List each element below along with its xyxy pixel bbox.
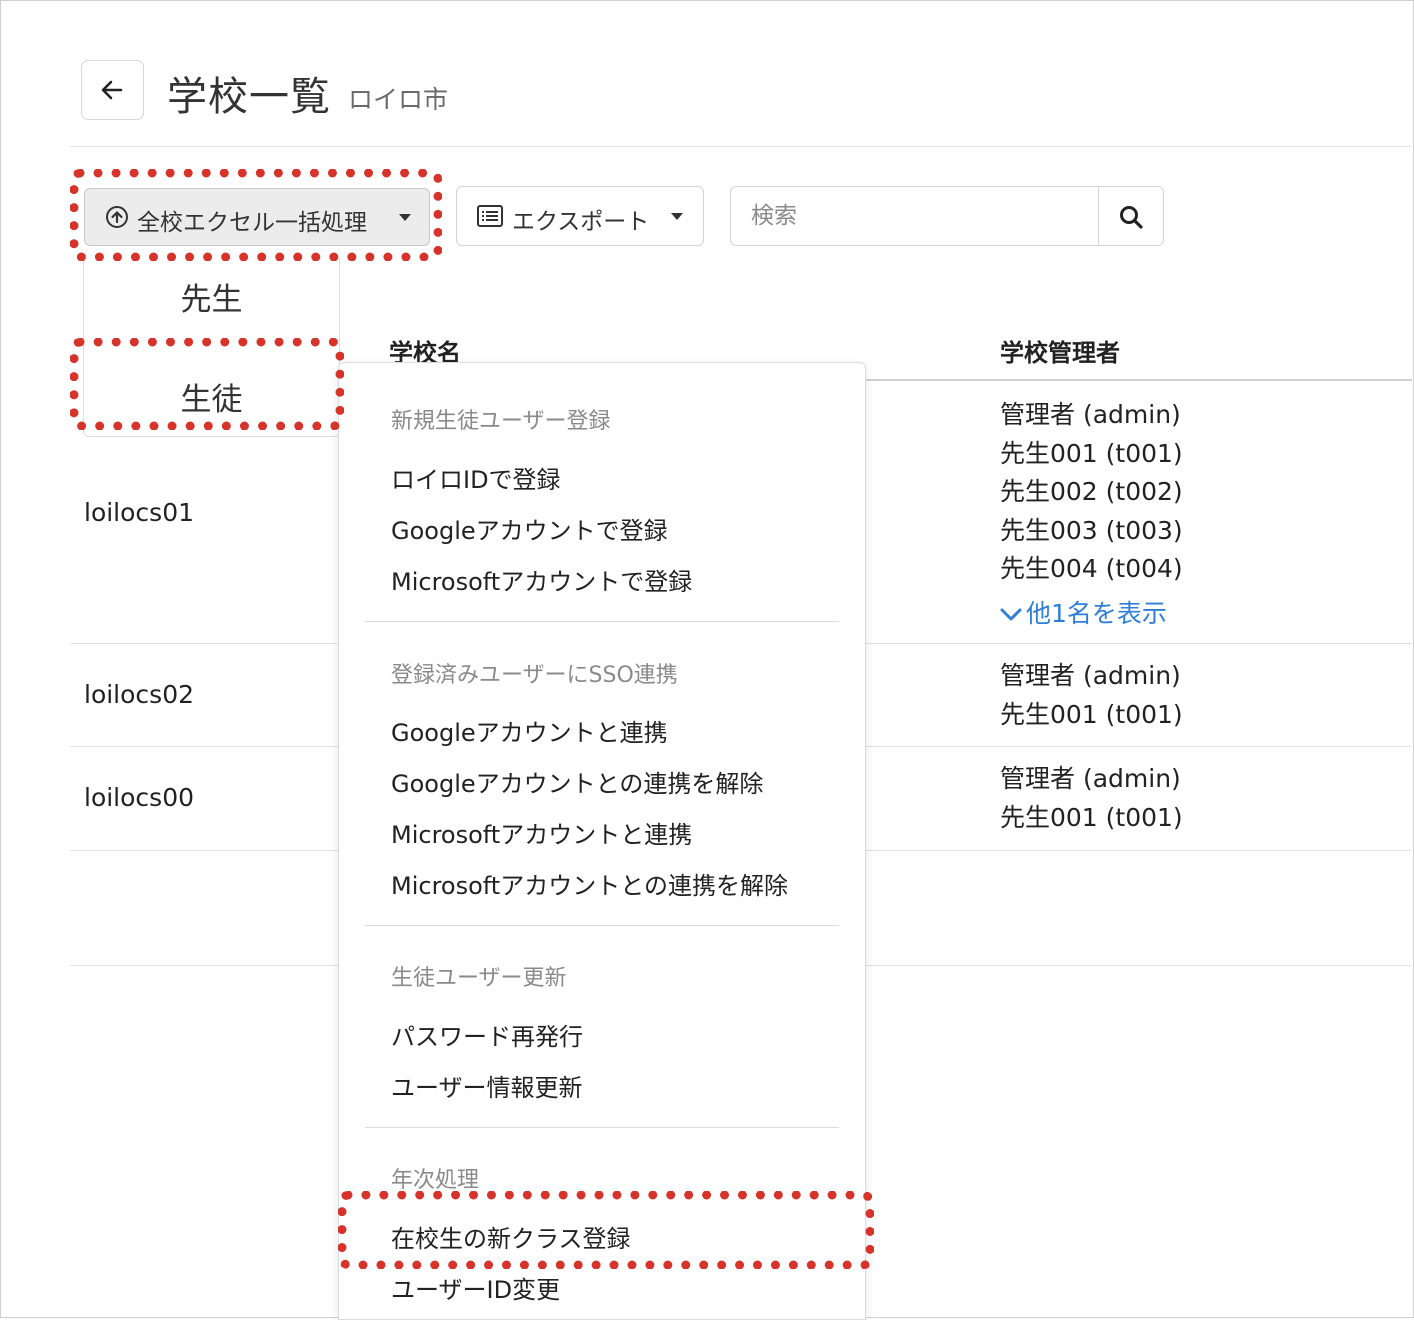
admin-entry: 先生001 (t001) bbox=[1000, 438, 1183, 468]
dropdown-section-header: 生徒ユーザー更新 bbox=[391, 966, 567, 991]
dropdown-divider bbox=[365, 925, 839, 926]
search-input[interactable] bbox=[731, 187, 1097, 245]
caret-down-icon bbox=[399, 214, 411, 221]
dropdown-section-header: 登録済みユーザーにSSO連携 bbox=[391, 663, 678, 688]
submenu-item-student[interactable]: 生徒 bbox=[84, 374, 339, 419]
school-name-cell[interactable]: loilocs01 bbox=[84, 498, 194, 527]
show-more-link[interactable]: 他1名を表示 bbox=[1000, 594, 1167, 630]
menu-item-unlink-google[interactable]: Googleアカウントとの連携を解除 bbox=[391, 764, 763, 799]
admin-entry: 管理者 (admin) bbox=[1000, 400, 1181, 429]
admin-entry: 先生001 (t001) bbox=[1000, 802, 1183, 832]
admin-entry: 先生001 (t001) bbox=[1000, 699, 1183, 729]
menu-item-register-microsoft[interactable]: Microsoftアカウントで登録 bbox=[391, 562, 692, 597]
bulk-submenu: 先生 生徒 bbox=[83, 258, 340, 437]
admin-entry: 先生002 (t002) bbox=[1000, 477, 1183, 506]
menu-item-reissue-password[interactable]: パスワード再発行 bbox=[391, 1017, 583, 1052]
admin-list: 管理者 (admin) 先生001 (t001) bbox=[1000, 760, 1183, 837]
menu-item-register-loilo-id[interactable]: ロイロIDで登録 bbox=[391, 460, 561, 495]
school-name-cell[interactable]: loilocs00 bbox=[84, 783, 194, 812]
list-icon bbox=[477, 205, 503, 227]
dropdown-divider bbox=[365, 1127, 839, 1128]
menu-item-unlink-microsoft[interactable]: Microsoftアカウントとの連携を解除 bbox=[391, 866, 788, 901]
page-subtitle: ロイロ市 bbox=[348, 85, 449, 114]
menu-item-link-google[interactable]: Googleアカウントと連携 bbox=[391, 713, 668, 748]
school-name-cell[interactable]: loilocs02 bbox=[84, 680, 194, 709]
dropdown-section-header: 年次処理 bbox=[391, 1168, 480, 1193]
search-box bbox=[730, 186, 1164, 246]
bulk-excel-label: 全校エクセル一括処理 bbox=[137, 210, 367, 236]
chevron-down-icon bbox=[1000, 608, 1022, 621]
admin-list: 管理者 (admin) 先生001 (t001) 先生002 (t002) 先生… bbox=[1000, 396, 1183, 589]
back-button[interactable] bbox=[81, 60, 144, 120]
upload-circle-icon bbox=[106, 206, 128, 228]
header-divider bbox=[70, 146, 1412, 147]
admin-entry: 先生003 (t003) bbox=[1000, 515, 1183, 545]
search-button[interactable] bbox=[1098, 187, 1163, 245]
export-label: エクスポート bbox=[512, 209, 650, 235]
menu-item-new-class-registration[interactable]: 在校生の新クラス登録 bbox=[391, 1219, 631, 1254]
admin-list: 管理者 (admin) 先生001 (t001) bbox=[1000, 657, 1183, 734]
admin-entry: 管理者 (admin) bbox=[1000, 764, 1181, 793]
student-bulk-dropdown: 新規生徒ユーザー登録 ロイロIDで登録 Googleアカウントで登録 Micro… bbox=[338, 362, 866, 1320]
submenu-item-teacher[interactable]: 先生 bbox=[84, 274, 339, 319]
menu-item-update-user-info[interactable]: ユーザー情報更新 bbox=[391, 1068, 583, 1103]
admin-entry: 先生004 (t004) bbox=[1000, 554, 1183, 583]
export-button[interactable]: エクスポート bbox=[456, 186, 704, 246]
dropdown-divider bbox=[365, 621, 839, 622]
menu-item-change-user-id[interactable]: ユーザーID変更 bbox=[391, 1270, 560, 1305]
bulk-excel-button[interactable]: 全校エクセル一括処理 bbox=[84, 188, 430, 246]
search-icon bbox=[1120, 206, 1143, 229]
caret-down-icon bbox=[671, 213, 683, 220]
column-header-admins[interactable]: 学校管理者 bbox=[1000, 333, 1120, 368]
menu-item-register-google[interactable]: Googleアカウントで登録 bbox=[391, 511, 668, 546]
page-title: 学校一覧 bbox=[167, 74, 331, 120]
show-more-label: 他1名を表示 bbox=[1026, 599, 1167, 628]
admin-entry: 管理者 (admin) bbox=[1000, 661, 1181, 690]
arrow-left-icon bbox=[101, 80, 123, 100]
dropdown-section-header: 新規生徒ユーザー登録 bbox=[391, 409, 611, 434]
menu-item-link-microsoft[interactable]: Microsoftアカウントと連携 bbox=[391, 815, 692, 850]
